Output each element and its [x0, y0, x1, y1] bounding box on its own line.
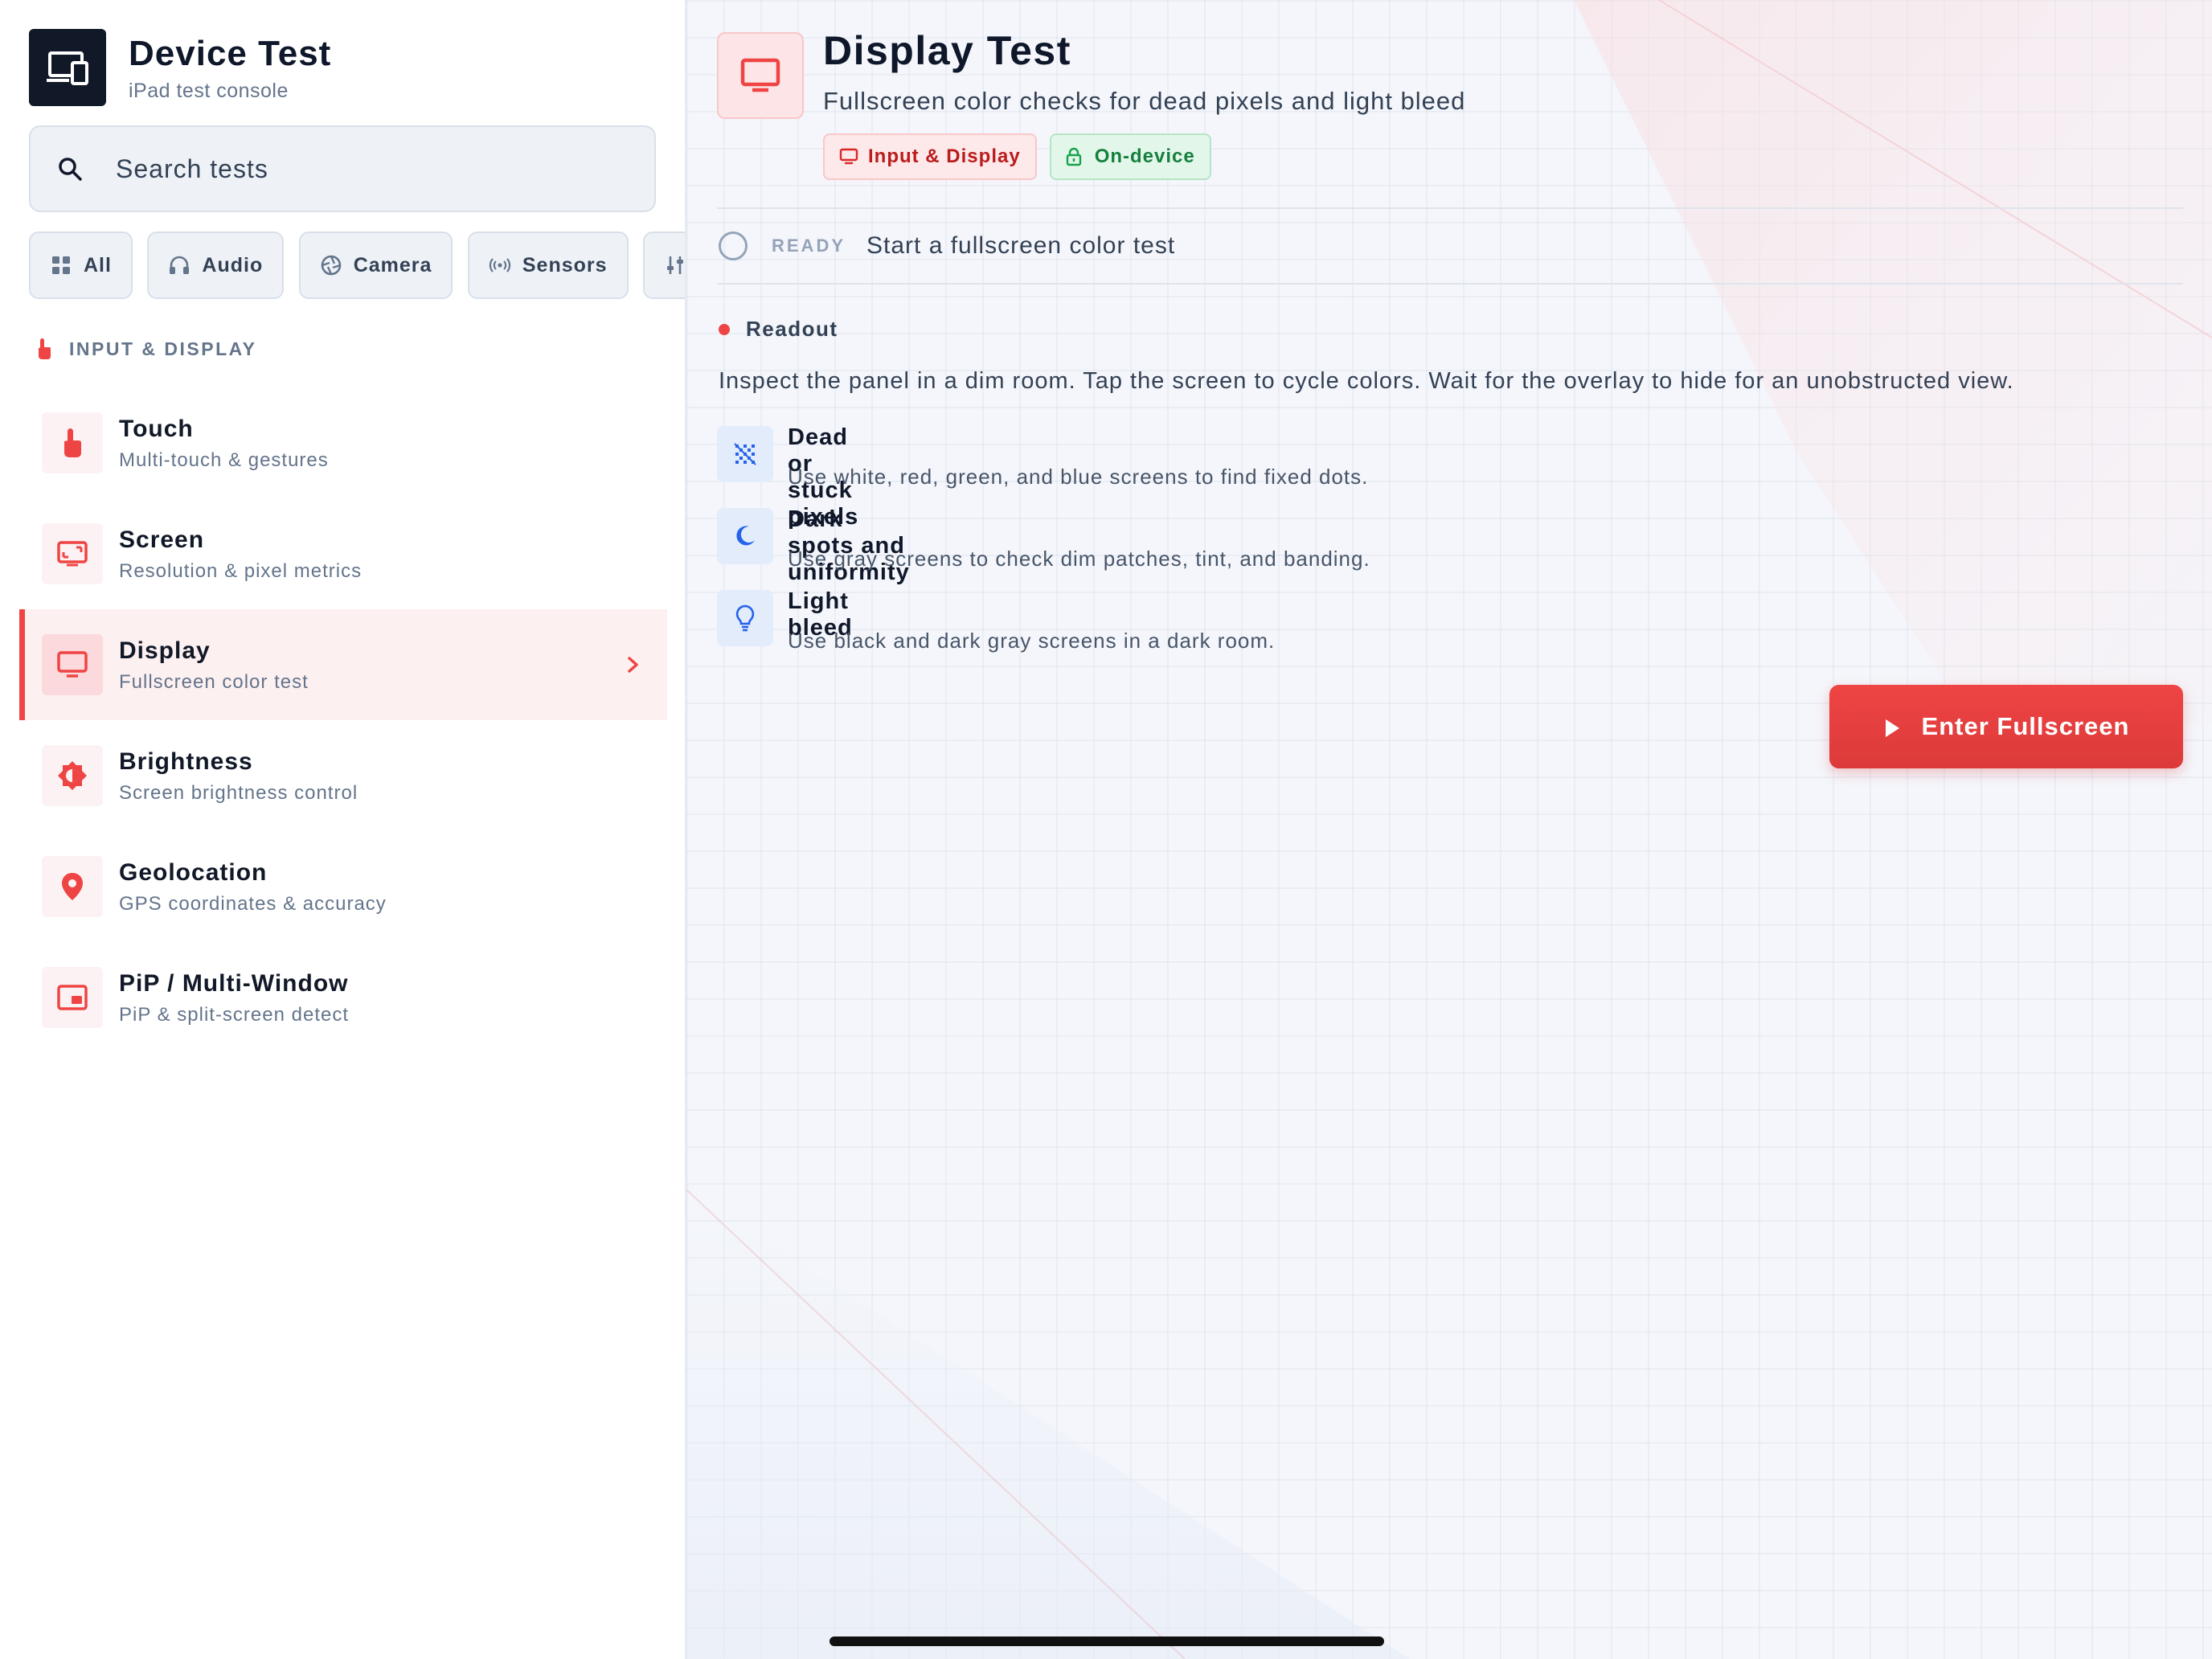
search-box[interactable] [29, 125, 656, 212]
readout-label: Readout [746, 317, 838, 341]
privacy-badge: On-device [1049, 133, 1211, 180]
lock-icon [1066, 147, 1085, 166]
page-subtitle: Fullscreen color checks for dead pixels … [823, 87, 1466, 115]
home-indicator[interactable] [830, 1636, 1384, 1646]
touch-icon [42, 412, 103, 473]
badge-row: Input & Display On-device [823, 133, 1224, 180]
devices-icon [29, 29, 106, 106]
status-label: READY [772, 236, 846, 256]
filter-chip-controls[interactable]: Co [643, 231, 685, 299]
sidebar-item-screen[interactable]: Screen Resolution & pixel metrics [0, 498, 685, 609]
check-desc: Use black and dark gray screens in a dar… [788, 629, 1276, 653]
touch-icon [35, 336, 55, 362]
search-icon [56, 155, 84, 182]
filter-chip-sensors[interactable]: Sensors [467, 231, 629, 299]
filter-chip-all[interactable]: All [29, 231, 133, 299]
sidebar-item-desc: PiP & split-screen detect [119, 1004, 350, 1026]
pip-icon [42, 967, 103, 1028]
enter-fullscreen-button[interactable]: Enter Fullscreen [1829, 685, 2183, 768]
monitor-icon [839, 147, 858, 166]
broadcast-icon [489, 254, 511, 276]
sidebar-item-label: Geolocation [119, 859, 268, 886]
sidebar-item-touch[interactable]: Touch Multi-touch & gestures [0, 387, 685, 498]
headphones-icon [168, 254, 190, 276]
grid-icon [50, 254, 72, 276]
divider [717, 207, 2183, 209]
search-input[interactable] [116, 154, 614, 184]
sidebar-item-desc: Resolution & pixel metrics [119, 560, 363, 582]
sidebar-item-label: Touch [119, 416, 194, 442]
chevron-right-icon [624, 652, 643, 678]
sidebar-item-desc: Fullscreen color test [119, 671, 309, 693]
filter-chip-label: Audio [202, 253, 264, 276]
sidebar-item-label: PiP / Multi-Window [119, 970, 349, 997]
page-title: Display Test [823, 28, 1071, 73]
filter-chips: All Audio Camera Sensors [29, 231, 685, 299]
sidebar-item-desc: Multi-touch & gestures [119, 449, 329, 471]
pixel-grid-icon [717, 426, 773, 482]
sliders-icon [664, 254, 685, 276]
enter-fullscreen-label: Enter Fullscreen [1921, 712, 2130, 740]
sidebar-item-label: Brightness [119, 748, 253, 775]
status-indicator [719, 231, 748, 260]
badge-label: Input & Display [868, 145, 1021, 167]
brightness-icon [42, 745, 103, 806]
sidebar-item-desc: Screen brightness control [119, 782, 358, 804]
app-title: Device Test [129, 33, 332, 73]
lightbulb-icon [717, 590, 773, 646]
monitor-icon [42, 634, 103, 695]
sidebar: Device Test iPad test console Search tes… [0, 0, 686, 1659]
aperture-icon [320, 254, 342, 276]
sidebar-item-brightness[interactable]: Brightness Screen brightness control [0, 720, 685, 831]
app-subtitle: iPad test console [129, 79, 289, 102]
app: Device Test iPad test console Search tes… [0, 0, 2212, 1659]
divider [717, 283, 2183, 285]
status-row: READY Start a fullscreen color test [719, 230, 1175, 262]
monitor-icon [717, 32, 804, 119]
test-list: Touch Multi-touch & gestures Screen Reso… [0, 387, 685, 1053]
moon-icon [717, 508, 773, 564]
sidebar-item-geolocation[interactable]: Geolocation GPS coordinates & accuracy [0, 831, 685, 942]
sidebar-item-label: Display [119, 637, 211, 664]
main-panel: Display Test Fullscreen color checks for… [686, 0, 2212, 1659]
location-pin-icon [42, 856, 103, 917]
sidebar-item-label: Screen [119, 526, 205, 553]
section-title: INPUT & DISPLAY [69, 338, 257, 359]
sidebar-item-desc: GPS coordinates & accuracy [119, 893, 387, 915]
play-icon [1883, 716, 1901, 737]
section-header: INPUT & DISPLAY [35, 336, 256, 362]
sidebar-item-display[interactable]: Display Fullscreen color test [19, 609, 667, 720]
filter-chip-label: Camera [353, 253, 432, 276]
filter-chip-label: Sensors [522, 253, 608, 276]
check-desc: Use gray screens to check dim patches, t… [788, 547, 1370, 571]
check-desc: Use white, red, green, and blue screens … [788, 465, 1369, 489]
brand: Device Test iPad test console [29, 29, 331, 106]
readout-text: Inspect the panel in a dim room. Tap the… [719, 368, 2014, 394]
status-text: Start a fullscreen color test [866, 232, 1176, 259]
badge-label: On-device [1094, 145, 1195, 167]
readout-header: Readout [719, 317, 838, 342]
readout-dot [719, 323, 730, 335]
sidebar-item-pip[interactable]: PiP / Multi-Window PiP & split-screen de… [0, 942, 685, 1053]
category-badge: Input & Display [823, 133, 1037, 180]
filter-chip-label: All [84, 253, 112, 276]
screen-icon [42, 523, 103, 584]
filter-chip-camera[interactable]: Camera [298, 231, 453, 299]
filter-chip-audio[interactable]: Audio [147, 231, 285, 299]
